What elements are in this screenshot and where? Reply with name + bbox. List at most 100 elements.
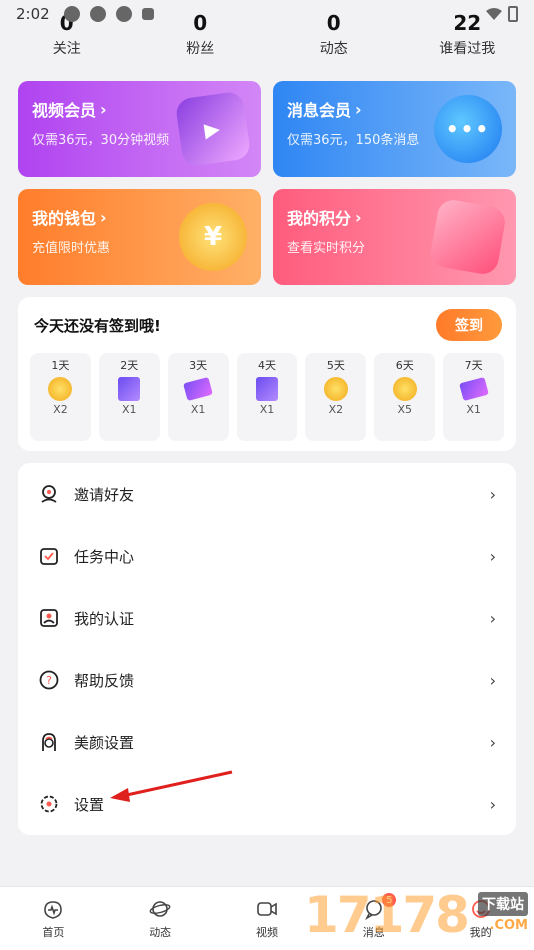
card-title-text: 视频会员 (32, 101, 97, 120)
reward-count: X1 (190, 403, 206, 416)
signin-button[interactable]: 签到 (436, 309, 502, 341)
day-label: 3天 (189, 359, 208, 372)
help-icon: ? (38, 669, 60, 691)
message-vip-card[interactable]: 消息会员 › 仅需36元，150条消息 ••• (273, 81, 516, 177)
chevron-right-icon: › (489, 546, 496, 566)
menu-item-beauty-settings[interactable]: 美颜设置 › (18, 711, 516, 773)
menu-item-task-center[interactable]: 任务中心 › (18, 525, 516, 587)
coin-icon (48, 377, 73, 401)
menu-item-help-feedback[interactable]: ? 帮助反馈 › (18, 649, 516, 711)
invite-icon (38, 483, 60, 505)
vip-card-icon (256, 377, 278, 401)
signin-days: 1天 X2 2天 X1 3天 X1 4天 X1 5天 X2 6天 X5 7天 X… (30, 353, 505, 441)
settings-icon (38, 793, 60, 815)
notification-icon (115, 6, 132, 22)
signin-prompt: 今天还没有签到哦! (34, 316, 161, 335)
reward-count: X2 (328, 403, 344, 416)
menu-item-settings[interactable]: 设置 › (18, 773, 516, 835)
chevron-right-icon: › (489, 670, 496, 690)
svg-text:?: ? (46, 674, 52, 687)
beauty-icon (38, 731, 60, 753)
reward-count: X1 (259, 403, 275, 416)
ticket-icon (458, 376, 489, 402)
task-icon (38, 545, 60, 567)
chevron-right-icon: › (355, 207, 362, 227)
signin-day: 5天 X2 (305, 353, 367, 441)
gift-illustration-icon (428, 197, 508, 277)
menu-item-label: 美颜设置 (74, 733, 135, 752)
chevron-right-icon: › (100, 99, 107, 119)
planet-icon (149, 900, 171, 917)
stat-label: 动态 (319, 41, 348, 57)
card-title-text: 消息会员 (287, 101, 352, 120)
tab-messages[interactable]: 5 消息 (320, 887, 427, 950)
day-label: 5天 (326, 359, 345, 372)
tab-video[interactable]: 视频 (214, 887, 321, 950)
reward-count: X1 (466, 403, 481, 416)
signin-day: 2天 X1 (98, 353, 160, 441)
video-icon (257, 901, 277, 916)
reward-count: X2 (53, 403, 68, 416)
day-label: 6天 (395, 359, 414, 372)
vip-card-icon (118, 377, 141, 401)
service-cards: 视频会员 › 仅需36元，30分钟视频 ▶ 消息会员 › 仅需36元，150条消息 … (18, 81, 516, 285)
tab-home[interactable]: 首页 (0, 887, 107, 950)
day-label: 1天 (51, 359, 70, 372)
reward-count: X5 (397, 403, 412, 416)
points-card[interactable]: 我的积分 › 查看实时积分 (273, 189, 516, 285)
chevron-right-icon: › (489, 608, 496, 628)
coin-icon (392, 377, 417, 401)
battery-icon (508, 6, 518, 22)
day-label: 2天 (120, 359, 139, 372)
day-label: 7天 (464, 359, 483, 372)
status-time: 2:02 (16, 5, 50, 23)
status-bar: 2:02 (0, 0, 534, 28)
signin-day: 6天 X5 (374, 353, 436, 441)
card-title-text: 我的积分 (287, 209, 352, 228)
profile-icon (471, 899, 490, 918)
wallet-card[interactable]: 我的钱包 › 充值限时优惠 ¥ (18, 189, 261, 285)
menu-item-label: 任务中心 (74, 547, 135, 566)
chevron-right-icon: › (489, 732, 496, 752)
menu-item-invite-friends[interactable]: 邀请好友 › (18, 463, 516, 525)
tab-label: 消息 (362, 925, 385, 939)
video-vip-card[interactable]: 视频会员 › 仅需36元，30分钟视频 ▶ (18, 81, 261, 177)
coin-icon (323, 377, 348, 401)
wifi-icon (486, 8, 502, 20)
tab-label: 首页 (42, 925, 65, 939)
card-title-text: 我的钱包 (32, 209, 97, 228)
tab-moments[interactable]: 动态 (107, 887, 214, 950)
chevron-right-icon: › (100, 207, 107, 227)
home-icon (44, 900, 63, 919)
yen-icon: ¥ (203, 222, 223, 252)
daily-signin-panel: 今天还没有签到哦! 签到 1天 X2 2天 X1 3天 X1 4天 X1 5天 … (18, 297, 516, 451)
menu-item-label: 邀请好友 (74, 485, 135, 504)
ellipsis-icon: ••• (445, 117, 491, 141)
stat-label: 粉丝 (186, 41, 215, 57)
chevron-right-icon: › (355, 99, 362, 119)
chevron-right-icon: › (489, 794, 496, 814)
notification-icon (89, 6, 106, 22)
bottom-tab-bar: 首页 动态 视频 5 消息 我的 (0, 886, 534, 950)
verify-icon (38, 607, 60, 629)
coin-illustration-icon: ¥ (179, 203, 247, 271)
reward-count: X1 (122, 403, 137, 416)
menu-item-verification[interactable]: 我的认证 › (18, 587, 516, 649)
tab-profile[interactable]: 我的 (427, 887, 534, 950)
settings-menu: 邀请好友 › 任务中心 › 我的认证 › ? 帮助反馈 › 美颜设置 › 设置 … (18, 463, 516, 835)
chevron-right-icon: › (489, 484, 496, 504)
play-icon: ▶ (202, 115, 224, 143)
signin-header: 今天还没有签到哦! 签到 (30, 309, 504, 341)
menu-item-label: 帮助反馈 (74, 671, 135, 690)
chat-bubble-illustration-icon: ••• (434, 95, 502, 163)
day-label: 4天 (258, 359, 276, 372)
menu-item-label: 我的认证 (74, 609, 135, 628)
notification-icon (63, 6, 80, 22)
signin-day: 1天 X2 (30, 353, 91, 441)
tab-label: 我的 (469, 925, 492, 939)
tab-label: 动态 (149, 925, 172, 939)
signin-day: 3天 X1 (167, 353, 229, 441)
tab-label: 视频 (255, 925, 278, 939)
menu-item-label: 设置 (74, 795, 105, 814)
stat-label: 谁看过我 (439, 41, 496, 57)
